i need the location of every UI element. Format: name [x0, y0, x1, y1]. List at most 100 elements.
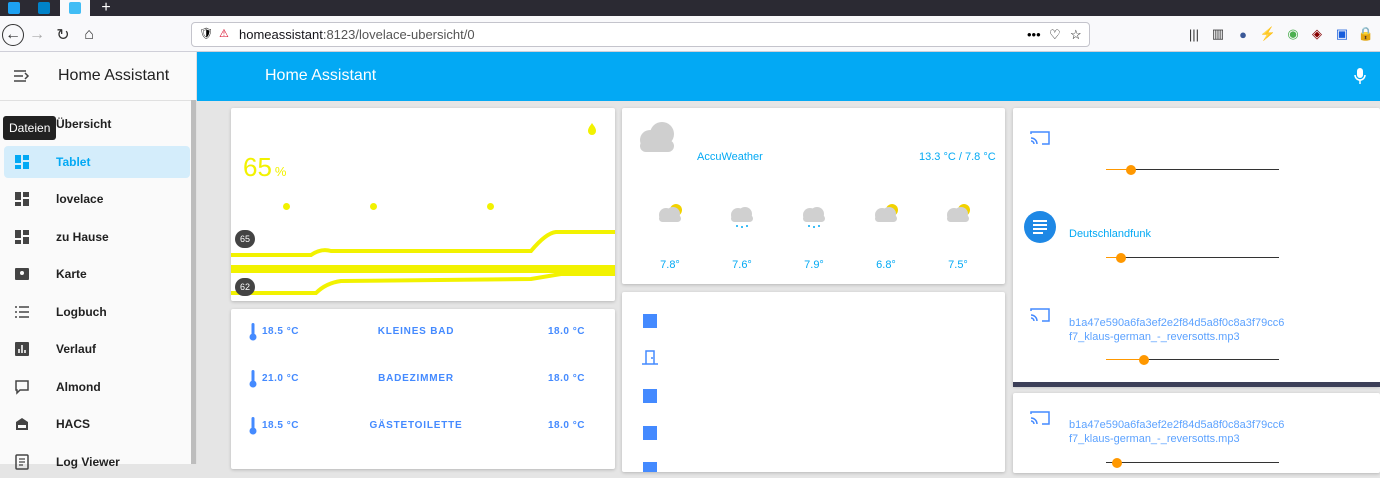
forward-button[interactable]: → — [26, 24, 48, 46]
snowy-cloud-icon — [800, 201, 828, 229]
cast-icon[interactable] — [1030, 410, 1050, 426]
sidebar-item-label: Logbuch — [56, 304, 107, 319]
sidebar-scrollbar[interactable] — [191, 100, 196, 464]
sidebar-item-lovelace[interactable]: lovelace — [4, 183, 190, 215]
weather-temperatures: 13.3 °C / 7.8 °C — [919, 151, 996, 163]
sidebar-item-label: Almond — [56, 379, 101, 394]
media-track-title: b1a47e590a6fa3ef2e2f84d5a8f0c8a3f79cc6 f… — [1069, 419, 1285, 445]
climate-room-name: BADEZIMMER — [378, 373, 454, 384]
climate-room-name: GÄSTETOILETTE — [369, 420, 463, 431]
back-button[interactable]: ← — [2, 24, 24, 46]
climate-row[interactable]: 21.0 °C BADEZIMMER 18.0 °C — [231, 370, 615, 390]
tab-nextcloud[interactable] — [30, 0, 58, 16]
header-title: Home Assistant — [265, 67, 377, 84]
graph-point — [370, 203, 377, 210]
sidebar-toggle-icon[interactable]: ▥ — [1209, 25, 1227, 43]
page-actions-icon[interactable]: ••• — [1027, 23, 1041, 46]
forecast-temperature: 7.6° — [732, 259, 752, 271]
forecast-temperature: 6.8° — [876, 259, 896, 271]
sidebar-tooltip: Dateien — [3, 116, 57, 140]
media-track-title: b1a47e590a6fa3ef2e2f84d5a8f0c8a3f79cc6 f… — [1069, 317, 1285, 343]
climate-row[interactable]: 18.5 °C KLEINES BAD 18.0 °C — [231, 323, 615, 343]
sidebar-item-label: Log Viewer — [56, 454, 120, 469]
forecast-temperature: 7.9° — [804, 259, 824, 271]
new-tab-button[interactable]: + — [92, 0, 120, 16]
volume-slider-knob[interactable] — [1116, 253, 1126, 263]
volume-slider-knob[interactable] — [1112, 458, 1122, 468]
extension-icon[interactable]: ⚡ — [1259, 25, 1277, 43]
browser-tab-strip: + — [0, 0, 1380, 16]
partly-cloudy-icon — [656, 201, 684, 229]
tab-home-assistant[interactable] — [60, 0, 90, 16]
app-header: Home Assistant — [197, 52, 1380, 101]
pocket-icon[interactable]: ♡ — [1049, 23, 1061, 46]
browser-toolbar: ← → ↻ ⌂ 🛡 ⚠ homeassistant:8123/lovelace-… — [0, 16, 1380, 52]
sidebar-item-tablet[interactable]: Tablet — [4, 145, 190, 178]
home-button[interactable]: ⌂ — [78, 24, 100, 46]
radio-station-icon — [1024, 211, 1056, 243]
volume-slider-knob[interactable] — [1126, 165, 1136, 175]
extension-globe-icon[interactable]: ◉ — [1284, 25, 1302, 43]
humidity-value: 65 — [243, 152, 272, 182]
sidebar-header: Home Assistant — [0, 52, 196, 101]
card-divider — [1013, 382, 1380, 387]
volume-slider[interactable] — [1106, 257, 1279, 258]
tab-twitter[interactable] — [0, 0, 28, 16]
sidebar-title: Home Assistant — [58, 67, 170, 84]
bitwarden-icon[interactable]: ▣ — [1333, 25, 1351, 43]
thermometer-icon — [249, 323, 257, 341]
climate-current-temp: 18.5 °C — [262, 326, 299, 337]
lock-icon[interactable]: 🔒 — [1357, 25, 1375, 43]
graph-point — [283, 203, 290, 210]
weather-card[interactable]: AccuWeather 13.3 °C / 7.8 °C 7.8° 7.6° 7.9… — [622, 108, 1005, 284]
dashboard-icon — [15, 154, 29, 169]
cloudy-icon — [640, 122, 674, 152]
water-percent-icon — [588, 123, 596, 135]
volume-slider[interactable] — [1106, 462, 1279, 463]
library-icon[interactable]: ||| — [1185, 25, 1203, 43]
climate-row[interactable]: 18.5 °C GÄSTETOILETTE 18.0 °C — [231, 417, 615, 437]
account-icon[interactable]: ● — [1234, 25, 1252, 43]
sidebar-item-logbuch[interactable]: Logbuch — [4, 296, 190, 328]
reload-button[interactable]: ↻ — [52, 24, 74, 46]
sidebar-item-hacs[interactable]: HACS — [4, 408, 190, 440]
graph-tick-label: 62 — [235, 278, 255, 296]
sidebar-item-label: Tablet — [56, 154, 91, 169]
sidebar-item-label: Karte — [56, 267, 87, 281]
microphone-icon[interactable] — [1354, 67, 1366, 85]
entity-square-icon[interactable] — [643, 314, 657, 328]
url-host: homeassistant — [239, 27, 323, 42]
dashboard-icon — [15, 192, 29, 206]
forecast-temperature: 7.5° — [948, 259, 968, 271]
cast-icon[interactable] — [1030, 130, 1050, 146]
bookmark-star-icon[interactable]: ☆ — [1070, 23, 1082, 46]
sidebar-item-almond[interactable]: Almond — [4, 371, 190, 403]
shield-icon: 🛡 — [199, 28, 213, 40]
map-icon — [15, 268, 29, 280]
weather-provider: AccuWeather — [697, 151, 763, 163]
sidebar-item-log-viewer[interactable]: Log Viewer — [4, 446, 190, 478]
sidebar-item-label: HACS — [56, 417, 91, 431]
insecure-lock-icon: ⚠ — [219, 28, 229, 40]
humidity-unit: % — [274, 164, 287, 179]
sidebar-item-zu-hause[interactable]: zu Hause — [4, 221, 190, 253]
humidity-card[interactable]: 65% 65 62 — [231, 108, 615, 301]
menu-icon[interactable] — [13, 68, 31, 84]
cast-icon[interactable] — [1030, 307, 1050, 323]
entities-card — [622, 292, 1005, 472]
snowy-cloud-icon — [728, 201, 756, 229]
climate-current-temp: 18.5 °C — [262, 420, 299, 431]
url-bar[interactable]: 🛡 ⚠ homeassistant:8123/lovelace-ubersich… — [191, 22, 1090, 47]
document-icon — [15, 453, 29, 470]
door-icon[interactable] — [641, 349, 659, 365]
chat-icon — [15, 379, 29, 395]
sidebar-item-verlauf[interactable]: Verlauf — [4, 333, 190, 365]
entity-square-icon[interactable] — [643, 389, 657, 403]
home-assistant-icon — [69, 2, 81, 14]
sidebar-item-karte[interactable]: Karte — [4, 258, 190, 290]
ublock-icon[interactable]: ◈ — [1308, 25, 1326, 43]
volume-slider-knob[interactable] — [1139, 355, 1149, 365]
forecast-temperature: 7.8° — [660, 259, 680, 271]
entity-square-icon[interactable] — [643, 426, 657, 440]
hacs-icon — [16, 418, 28, 430]
